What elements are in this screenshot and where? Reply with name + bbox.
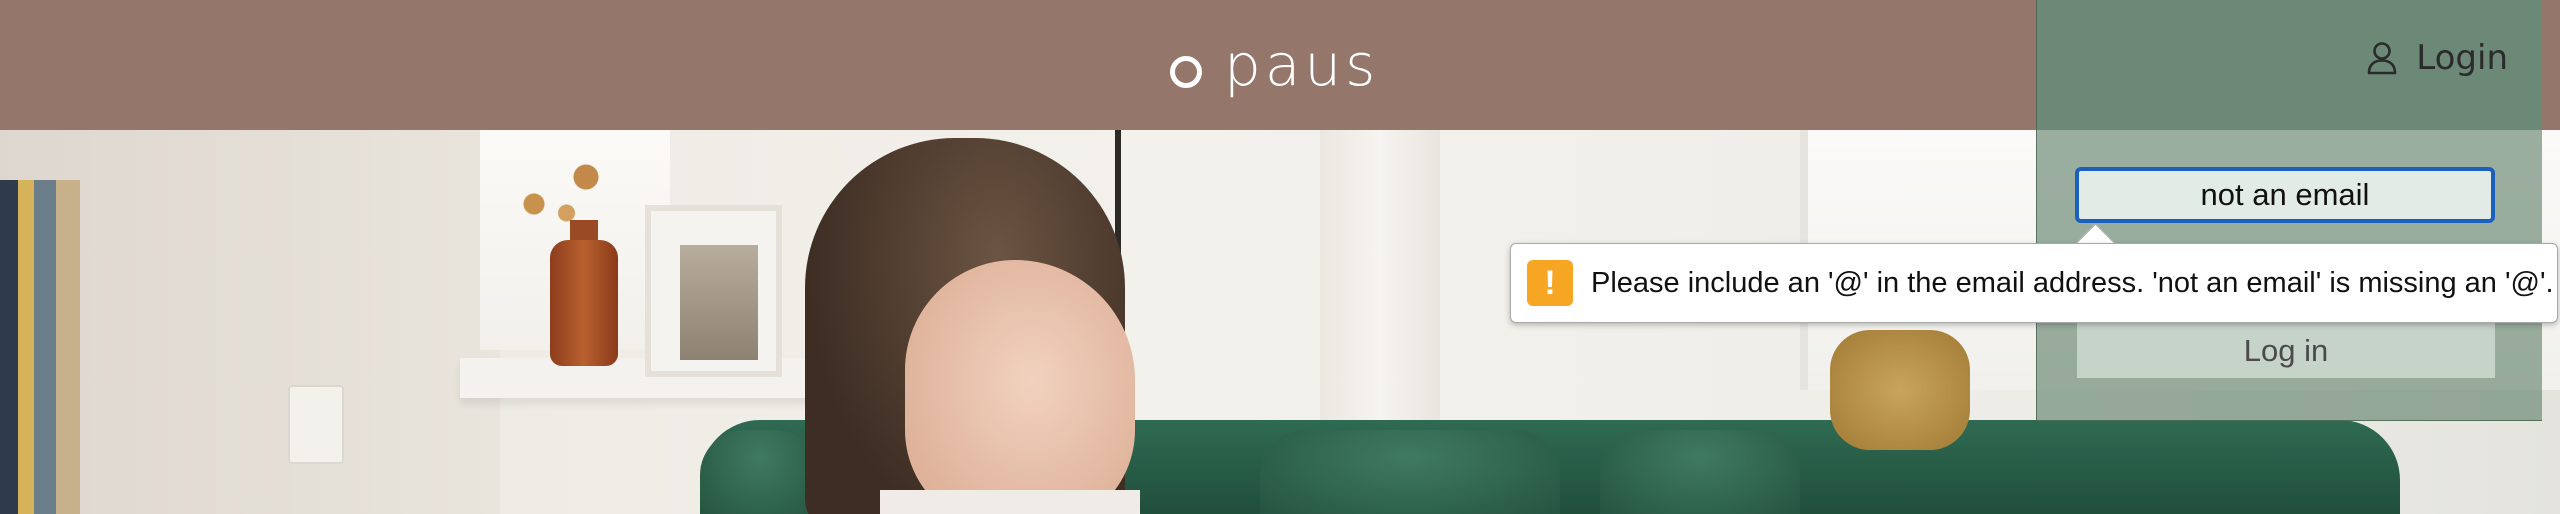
email-input[interactable] [2075,167,2495,223]
hero-picture [680,245,758,360]
login-button[interactable]: Log in [2077,323,2495,378]
login-panel-header: Login [2037,0,2542,130]
logo-circle-icon [1170,56,1202,88]
hero-cushion [1600,430,1800,514]
validation-message: Please include an '@' in the email addre… [1591,266,2554,299]
warning-icon: ! [1527,260,1573,306]
login-link[interactable]: Login [2366,38,2508,78]
logo-text: paus [1224,31,1380,99]
hero-person-face [905,260,1135,514]
hero-person-shirt [880,490,1140,514]
validation-tooltip: ! Please include an '@' in the email add… [1510,243,2558,323]
hero-cushion [1260,430,1560,514]
hero-cushion [700,430,820,514]
hero-outlet [288,385,344,464]
hero-vase [550,240,618,366]
user-icon [2367,42,2397,75]
login-panel: Login Log in [2036,0,2542,421]
hero-flowers [495,150,625,240]
login-link-label: Login [2416,38,2508,78]
page: paus Login Log in ! Please include an '@… [0,0,2560,514]
hero-throw-blanket [1830,330,1970,450]
site-logo[interactable]: paus [1170,30,1379,100]
hero-books [0,180,80,514]
